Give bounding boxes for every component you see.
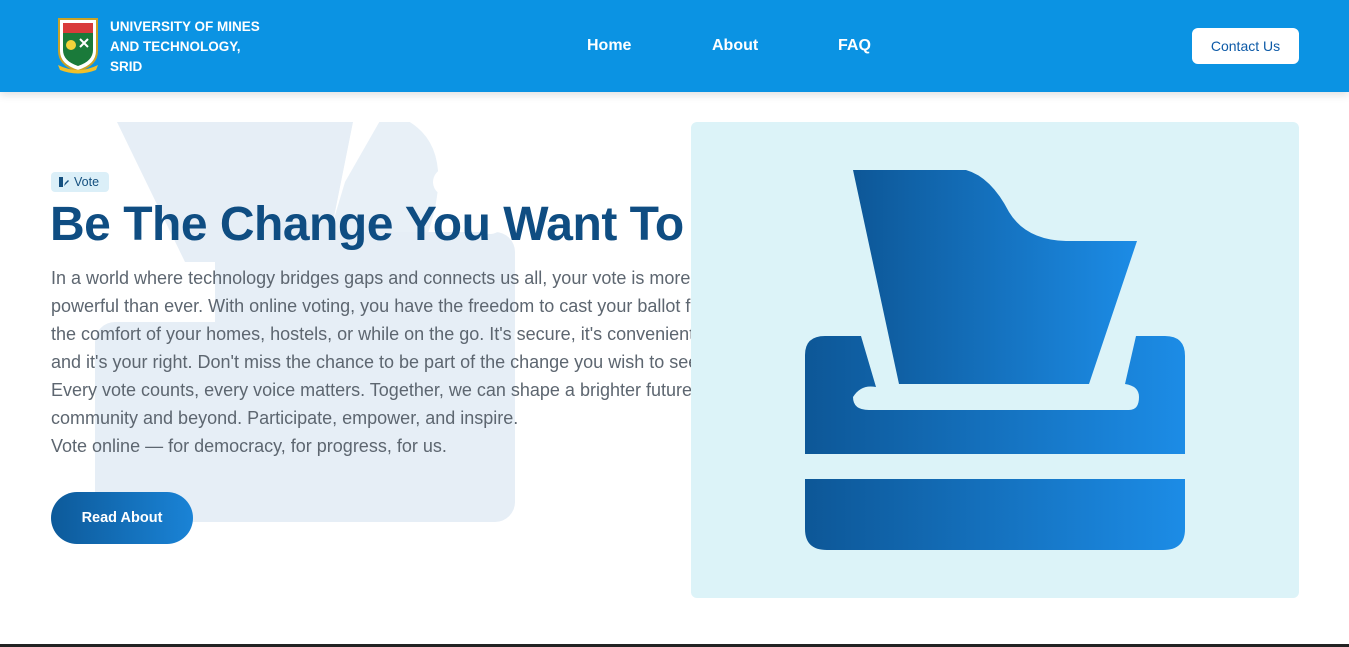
brand-line-2: AND TECHNOLOGY,: [110, 39, 241, 54]
nav-home[interactable]: Home: [587, 37, 631, 55]
brand-line-1: UNIVERSITY OF MINES: [110, 19, 260, 34]
badge-label: Vote: [74, 175, 100, 189]
nav-about[interactable]: About: [712, 37, 758, 55]
read-about-button[interactable]: Read About: [51, 492, 193, 544]
site-header: UNIVERSITY OF MINES AND TECHNOLOGY, SRID…: [0, 0, 1349, 92]
brand-name[interactable]: UNIVERSITY OF MINES AND TECHNOLOGY, SRID: [110, 17, 290, 77]
illustration-panel: [691, 122, 1299, 598]
contact-us-button[interactable]: Contact Us: [1192, 28, 1299, 64]
vote-badge: Vote: [51, 172, 110, 192]
hero-section: Vote Be The Change You Want To See! In a…: [0, 92, 1349, 647]
nav-faq[interactable]: FAQ: [838, 37, 871, 55]
university-crest-icon[interactable]: [56, 17, 100, 74]
brand-line-3: SRID: [110, 59, 143, 74]
ballot-box-icon: [805, 170, 1185, 550]
vote-icon: [59, 177, 69, 187]
